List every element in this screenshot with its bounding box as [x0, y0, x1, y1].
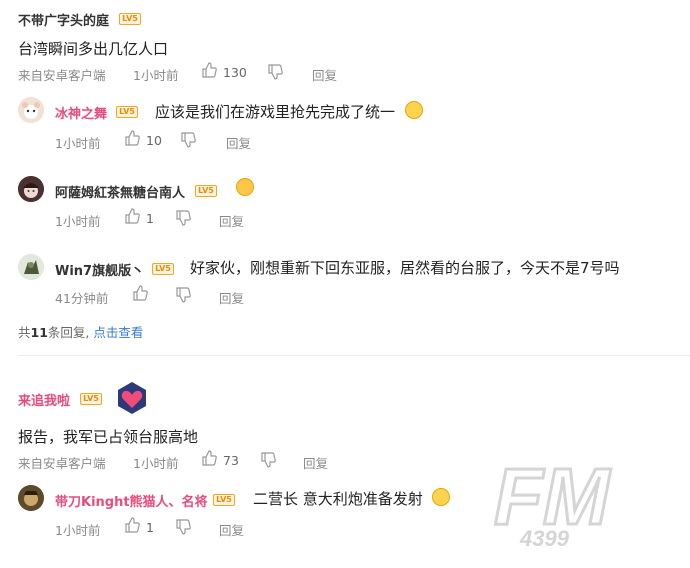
reply-button[interactable]: 回复: [219, 211, 244, 230]
reply-username[interactable]: 带刀Kinght熊猫人、名将: [55, 491, 208, 510]
comment-2-username[interactable]: 来追我啦: [18, 390, 70, 409]
reply-count: 11: [30, 325, 48, 340]
reply-button[interactable]: 回复: [219, 520, 244, 539]
comment-2-reply-button[interactable]: 回复: [303, 453, 328, 472]
comment-2-like-count: 73: [223, 453, 239, 468]
reply-text: 好家伙，刚想重新下回东亚服，居然看的台服了，今天不是7号吗: [190, 259, 620, 277]
reply-like-count: 10: [146, 133, 162, 148]
thumbs-down-icon[interactable]: [175, 519, 191, 539]
thumbs-up-icon[interactable]: [201, 450, 217, 470]
thumbs-down-icon[interactable]: [260, 452, 276, 472]
thumbs-down-icon[interactable]: [267, 64, 283, 84]
level-badge: LV5: [119, 13, 141, 25]
reply-time: 41分钟前: [55, 291, 109, 306]
comment-1-time: 1小时前: [133, 68, 179, 83]
cat-emoji-icon: [236, 178, 254, 196]
comment-1-like-count: 130: [223, 65, 247, 80]
reply-text: 应该是我们在游戏里抢先完成了统一: [155, 103, 396, 121]
comment-1-reply-button[interactable]: 回复: [312, 65, 337, 84]
reply-username[interactable]: 冰神之舞: [55, 103, 107, 122]
comment-2-text: 报告，我军已占领台服高地: [18, 428, 199, 446]
emoji-icon: [405, 101, 423, 119]
reply-summary-prefix: 共: [18, 325, 31, 340]
thumbs-up-icon[interactable]: [201, 62, 217, 82]
avatar[interactable]: [18, 176, 44, 202]
comment-1-source: 来自安卓客户端: [18, 68, 106, 83]
level-badge: LV5: [116, 106, 138, 118]
comment-1-username[interactable]: 不带广字头的庭: [18, 10, 109, 29]
avatar[interactable]: [18, 485, 44, 511]
level-badge: LV5: [195, 185, 217, 197]
level-badge: LV5: [152, 263, 174, 275]
reply-summary-suffix: 条回复,: [47, 325, 90, 340]
heart-badge-icon: [114, 380, 150, 420]
thumbs-down-icon[interactable]: [180, 132, 196, 152]
reply-button[interactable]: 回复: [219, 288, 244, 307]
watermark-sub: 4399: [519, 526, 570, 551]
avatar[interactable]: [18, 254, 44, 280]
reply-username[interactable]: Win7旗舰版丶: [55, 260, 144, 279]
avatar[interactable]: [18, 97, 44, 123]
reply-like-count: 1: [146, 520, 154, 535]
reply-button[interactable]: 回复: [226, 133, 251, 152]
thumbs-up-icon[interactable]: [132, 285, 148, 305]
reply-time: 1小时前: [55, 136, 101, 151]
comment-2-time: 1小时前: [133, 456, 179, 471]
emoji-icon: [432, 488, 450, 506]
thumbs-down-icon[interactable]: [175, 210, 191, 230]
thumbs-up-icon[interactable]: [124, 517, 140, 537]
thumbs-down-icon[interactable]: [175, 287, 191, 307]
reply-username[interactable]: 阿薩姆紅茶無糖台南人: [55, 182, 185, 201]
level-badge: LV5: [213, 494, 235, 506]
level-badge: LV5: [80, 393, 102, 405]
reply-time: 1小时前: [55, 523, 101, 538]
fm4399-watermark: FM 4399: [490, 451, 670, 552]
view-replies-link[interactable]: 点击查看: [93, 325, 143, 340]
reply-like-count: 1: [146, 211, 154, 226]
thumbs-up-icon[interactable]: [124, 130, 140, 150]
comment-1-text: 台湾瞬间多出几亿人口: [18, 40, 169, 58]
reply-summary: 共11条回复, 点击查看: [18, 322, 143, 341]
thumbs-up-icon[interactable]: [124, 208, 140, 228]
divider: [18, 355, 690, 356]
comment-2-source: 来自安卓客户端: [18, 456, 106, 471]
reply-text: 二营长 意大利炮准备发射: [253, 490, 423, 508]
reply-time: 1小时前: [55, 214, 101, 229]
